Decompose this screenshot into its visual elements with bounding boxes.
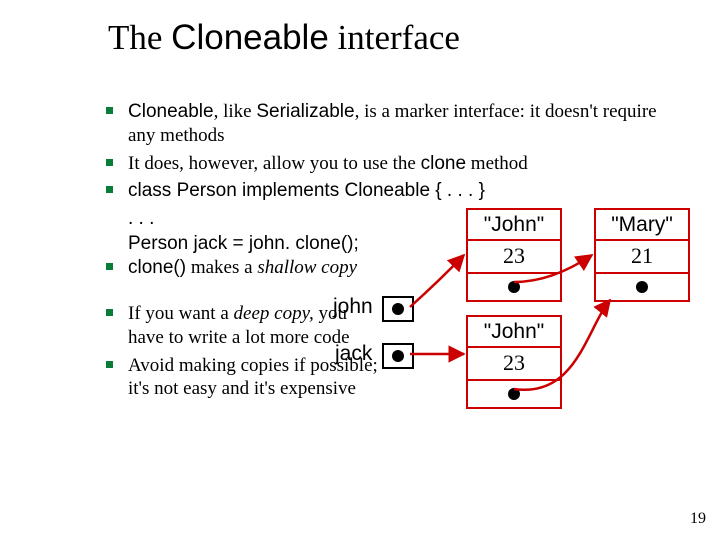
- person2-box: "Mary" 21: [594, 208, 690, 302]
- jack-label: jack: [335, 342, 372, 366]
- person2-ref-cell: [596, 274, 688, 300]
- person1clone-age: 23: [468, 348, 560, 380]
- b1-code2: Serializable: [256, 101, 354, 122]
- b2-txt1: It does, however, allow you to use the: [128, 153, 421, 174]
- jack-ref-dot: [392, 350, 404, 362]
- john-label: john: [333, 295, 373, 319]
- jack-ref-box: [382, 343, 414, 369]
- bullet-4: clone() makes a shallow copy: [106, 256, 666, 280]
- bullet-3: class Person implements Cloneable { . . …: [106, 179, 666, 203]
- b2-txt2: method: [466, 153, 528, 174]
- person1clone-ref-dot: [508, 388, 520, 400]
- john-ref-dot: [392, 303, 404, 315]
- b4-em: shallow copy: [257, 257, 357, 278]
- person1-ref-cell: [468, 274, 560, 300]
- b5-em: deep copy,: [234, 303, 314, 324]
- person1-name: "John": [468, 210, 560, 241]
- title-code: Cloneable: [171, 18, 329, 57]
- b1-code1: Cloneable: [128, 101, 214, 122]
- person1clone-name: "John": [468, 317, 560, 348]
- bullet-2: It does, however, allow you to use the c…: [106, 152, 666, 176]
- person1-age: 23: [468, 241, 560, 273]
- slide-title: The Cloneable interface: [108, 18, 460, 58]
- person1-box: "John" 23: [466, 208, 562, 302]
- bullet-1: Cloneable, like Serializable, is a marke…: [106, 100, 666, 148]
- title-pre: The: [108, 18, 171, 57]
- b4-txt1: makes a: [186, 257, 257, 278]
- person2-ref-dot: [636, 281, 648, 293]
- code-line-1: . . .: [128, 207, 666, 232]
- b5-txt1: If you want a: [128, 303, 234, 324]
- code-line-2: Person jack = john. clone();: [128, 232, 666, 257]
- person1-ref-dot: [508, 281, 520, 293]
- title-post: interface: [329, 18, 460, 57]
- person1clone-box: "John" 23: [466, 315, 562, 409]
- person2-age: 21: [596, 241, 688, 273]
- slide: The Cloneable interface Cloneable, like …: [0, 0, 720, 540]
- b4-code: clone(): [128, 257, 186, 278]
- page-number: 19: [690, 510, 706, 528]
- person1clone-ref-cell: [468, 381, 560, 407]
- b3-code: class Person implements Cloneable { . . …: [128, 180, 485, 201]
- code-block: . . . Person jack = john. clone();: [106, 207, 666, 256]
- john-ref-box: [382, 296, 414, 322]
- person2-name: "Mary": [596, 210, 688, 241]
- b2-code: clone: [421, 153, 466, 174]
- b1-txt1: , like: [214, 101, 257, 122]
